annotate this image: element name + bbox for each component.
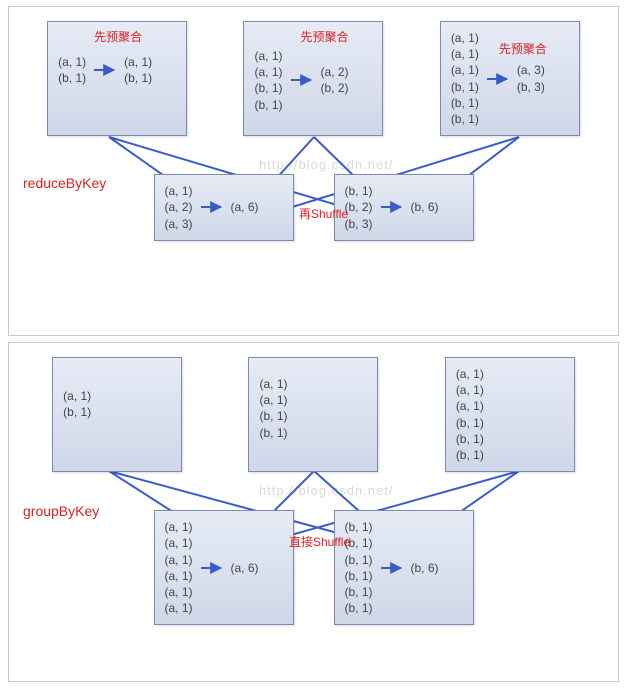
kv: (b, 1) [254,97,282,113]
kv: (b, 3) [345,216,373,232]
kv-result: (a, 6) [231,199,259,215]
kv: (a, 1) [124,54,152,70]
kv: (b, 1) [345,584,373,600]
pre-aggregate-label: 先预聚合 [499,40,547,57]
kv: (a, 1) [451,62,479,78]
kv: (b, 1) [345,600,373,616]
group-by-key-panel: groupByKey http://blog.csdn.net/ (a, 1) … [8,342,619,682]
kv: (a, 1) [254,64,282,80]
shuffle-label: 直接Shuffle [289,533,350,550]
reduce-by-key-title: reduceByKey [23,175,106,191]
kv: (a, 1) [451,30,479,46]
mapper-row: 先预聚合 (a, 1) (b, 1) (a, 1) (b, 1) 先预聚合 (a… [9,7,618,160]
mapper-box-2: (a, 1) (a, 1) (b, 1) (b, 1) [248,357,378,472]
arrow-icon [199,200,225,214]
kv: (a, 1) [456,366,564,382]
kv: (a, 1) [456,382,564,398]
kv: (b, 2) [321,80,349,96]
group-by-key-title: groupByKey [23,503,99,519]
reducer-box-a: (a, 1) (a, 2) (a, 3) (a, 6) [154,174,294,241]
arrow-icon [92,63,118,77]
kv: (b, 1) [63,404,171,420]
reduce-by-key-panel: reduceByKey http://blog.csdn.net/ 先预聚合 (… [8,6,619,336]
kv-result: (b, 6) [411,199,439,215]
kv: (b, 1) [259,408,367,424]
arrow-icon [485,72,511,86]
kv: (b, 1) [124,70,152,86]
kv: (a, 1) [254,48,282,64]
arrow-icon [379,561,405,575]
kv: (b, 1) [451,79,479,95]
mapper-row: (a, 1) (b, 1) (a, 1) (a, 1) (b, 1) (b, 1… [9,343,618,496]
mapper-box-2: 先预聚合 (a, 1) (a, 1) (b, 1) (b, 1) (a, 2) … [243,21,383,136]
kv: (a, 1) [165,183,193,199]
arrow-icon [379,200,405,214]
kv: (b, 1) [451,111,479,127]
kv: (b, 1) [345,183,373,199]
kv: (b, 1) [345,568,373,584]
reducer-box-b: (b, 1) (b, 1) (b, 1) (b, 1) (b, 1) (b, 1… [334,510,474,625]
kv: (b, 1) [456,415,564,431]
kv-result: (a, 6) [231,560,259,576]
kv: (a, 2) [321,64,349,80]
mapper-box-3: (a, 1) (a, 1) (a, 1) (b, 1) (b, 1) (b, 1… [445,357,575,472]
mapper-box-3: 先预聚合 (a, 1) (a, 1) (a, 1) (b, 1) (b, 1) … [440,21,580,136]
arrow-icon [199,561,225,575]
kv: (a, 1) [451,46,479,62]
mapper-box-1: (a, 1) (b, 1) [52,357,182,472]
kv: (a, 1) [63,388,171,404]
kv: (b, 1) [451,95,479,111]
kv: (b, 1) [345,552,373,568]
reducer-box-b: (b, 1) (b, 2) (b, 3) (b, 6) [334,174,474,241]
kv: (a, 1) [165,600,193,616]
shuffle-label: 再Shuffle [299,205,348,222]
kv: (a, 3) [165,216,193,232]
kv: (a, 1) [165,519,193,535]
kv: (b, 2) [345,199,373,215]
kv: (b, 1) [456,431,564,447]
reducer-row: (a, 1) (a, 1) (a, 1) (a, 1) (a, 1) (a, 1… [9,496,618,641]
arrow-icon [289,73,315,87]
pre-aggregate-label: 先预聚合 [94,28,142,45]
kv: (b, 3) [517,79,545,95]
kv: (a, 1) [456,398,564,414]
kv: (a, 1) [165,568,193,584]
kv: (b, 1) [58,70,86,86]
mapper-box-1: 先预聚合 (a, 1) (b, 1) (a, 1) (b, 1) [47,21,187,136]
kv: (b, 1) [254,80,282,96]
kv: (a, 1) [259,392,367,408]
kv: (a, 2) [165,199,193,215]
kv: (a, 1) [165,535,193,551]
kv: (a, 1) [165,584,193,600]
kv: (a, 3) [517,62,545,78]
kv-result: (b, 6) [411,560,439,576]
kv: (a, 1) [58,54,86,70]
kv: (b, 1) [259,425,367,441]
pre-aggregate-label: 先预聚合 [300,28,348,45]
kv: (a, 1) [165,552,193,568]
kv: (a, 1) [259,376,367,392]
reducer-box-a: (a, 1) (a, 1) (a, 1) (a, 1) (a, 1) (a, 1… [154,510,294,625]
kv: (b, 1) [456,447,564,463]
